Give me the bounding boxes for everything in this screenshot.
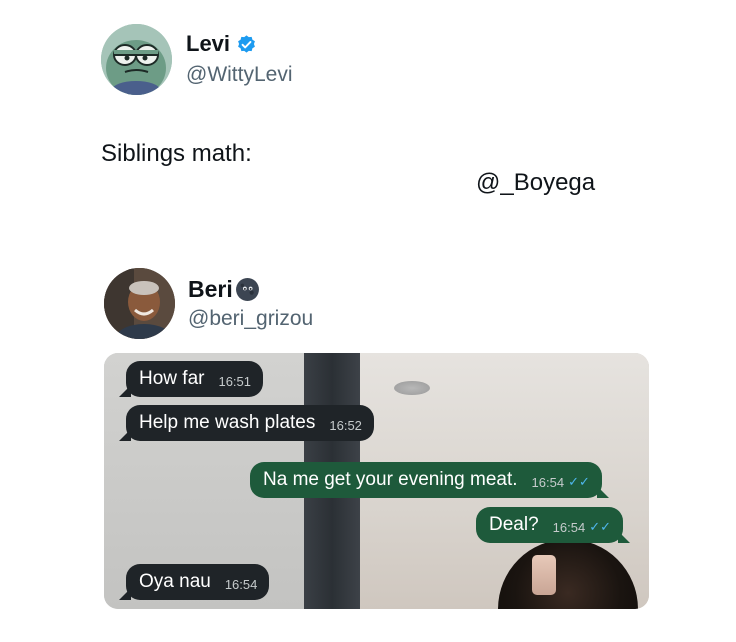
quoted-author-name[interactable]: Beri	[188, 276, 260, 303]
message-time: 16:52	[329, 418, 362, 433]
author-handle[interactable]: @WittyLevi	[186, 63, 293, 87]
message-time: 16:51	[218, 374, 252, 389]
quoted-author-handle[interactable]: @beri_grizou	[188, 307, 313, 331]
cartoon-fish-avatar-icon	[101, 24, 172, 95]
read-ticks-icon: ✓✓	[589, 519, 611, 534]
author-name[interactable]: Levi	[186, 31, 257, 57]
tweet-text: Siblings math:	[101, 140, 252, 167]
message-time: 16:54	[531, 475, 565, 490]
chat-message-incoming: Oya nau 16:54	[118, 564, 270, 600]
new-moon-face-icon	[235, 278, 259, 301]
background-phone	[532, 555, 556, 595]
quoted-author-name-text: Beri	[188, 276, 233, 302]
message-text: Deal?	[489, 514, 539, 535]
chat-message-incoming: Help me wash plates 16:52	[119, 405, 374, 441]
author-avatar[interactable]	[101, 24, 172, 95]
mention-link[interactable]: @_Boyega	[476, 169, 595, 197]
message-time: 16:54	[552, 520, 586, 535]
chat-message-incoming: How far 16:51	[118, 361, 264, 397]
chat-message-outgoing: Na me get your evening meat. 16:54 ✓✓	[250, 462, 609, 498]
author-name-text: Levi	[186, 31, 231, 56]
chat-message-outgoing: Deal? 16:54 ✓✓	[476, 507, 630, 543]
message-text: Na me get your evening meat.	[263, 469, 518, 490]
message-text: Oya nau	[139, 571, 211, 592]
chat-screenshot[interactable]: How far 16:51 Help me wash plates 16:52 …	[104, 353, 649, 609]
message-time: 16:54	[224, 577, 258, 592]
verified-badge-icon	[238, 34, 255, 53]
ceiling-light	[394, 381, 430, 395]
read-ticks-icon: ✓✓	[568, 474, 590, 489]
message-text: Help me wash plates	[139, 412, 316, 433]
message-text: How far	[139, 368, 205, 389]
quoted-author-avatar[interactable]	[104, 268, 175, 339]
man-photo-avatar-icon	[104, 268, 175, 339]
